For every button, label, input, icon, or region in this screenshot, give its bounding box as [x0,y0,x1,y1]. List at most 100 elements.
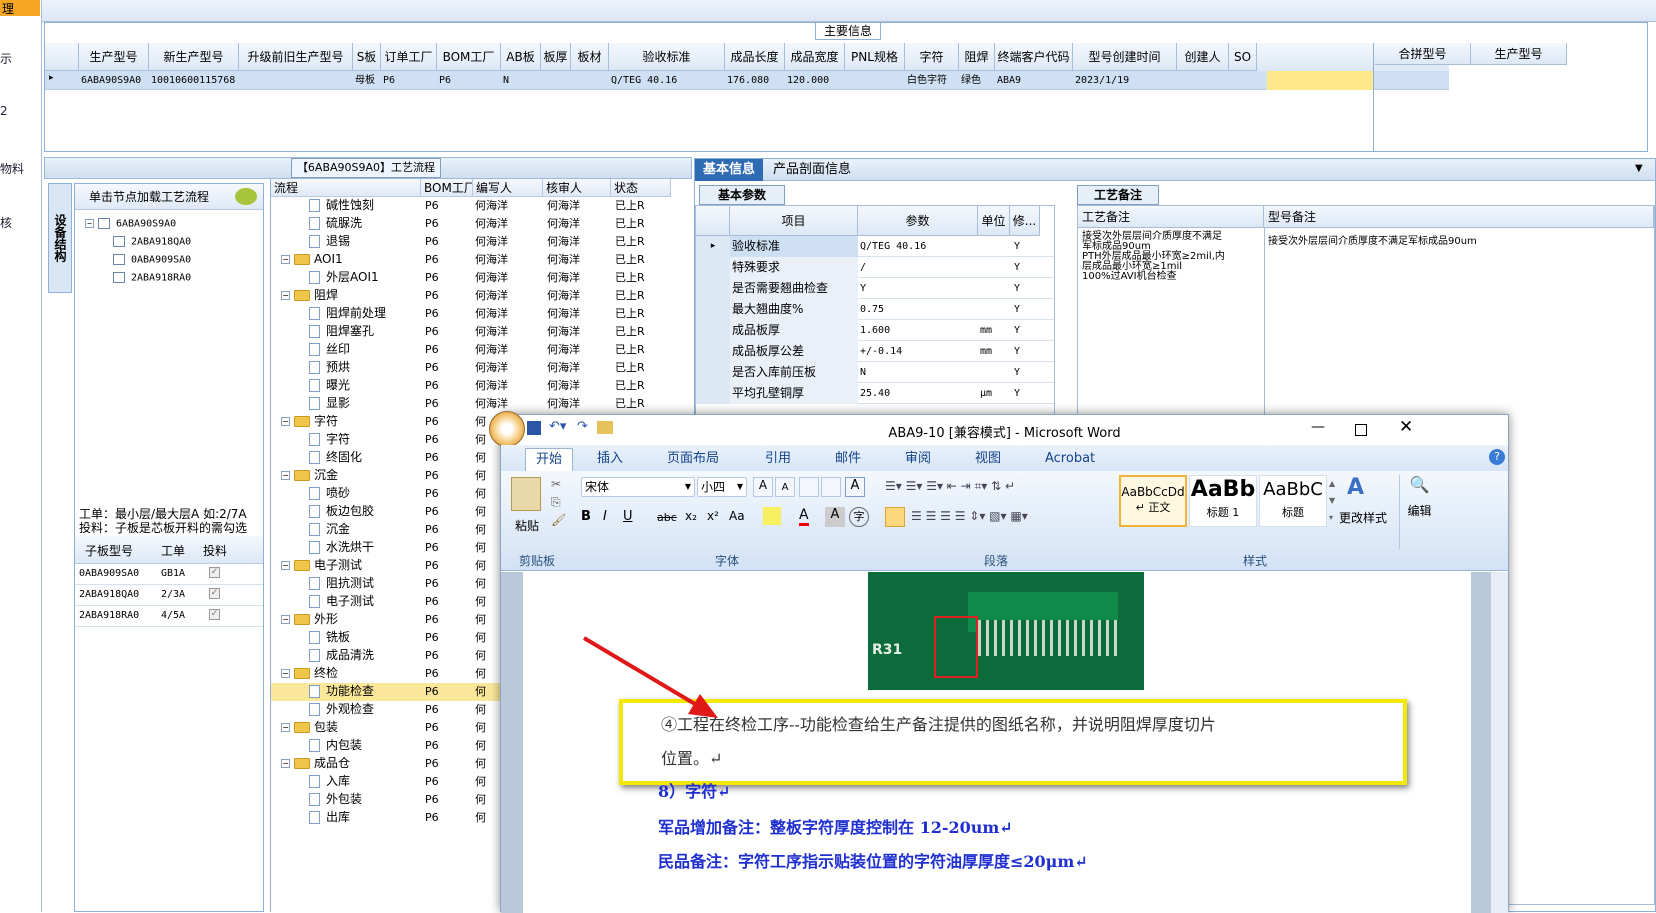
grow-font-icon[interactable]: A [753,477,773,497]
flow-row[interactable]: 硫脲洗 P6 何海洋 何海洋 已上R [271,215,691,233]
param-row[interactable]: 平均孔壁铜厚 25.40 μm Y [696,383,1054,404]
checkbox[interactable]: ✓ [209,609,220,620]
param-value[interactable]: Y [860,278,978,299]
char-shading-icon[interactable]: A [825,507,845,527]
document-page[interactable]: R31 ④工程在终检工序--功能检查给生产备注提供的图纸名称，并说明阻焊厚度切片… [523,572,1471,913]
bold-icon[interactable]: B [581,509,591,524]
model-remark-text[interactable]: 接受次外层层间介质厚度不满足军标成品90um [1268,232,1477,247]
strikethrough-icon[interactable]: abc [657,511,677,524]
column-header[interactable]: 升级前旧生产型号 [239,43,353,71]
column-header[interactable]: 阻焊 [959,43,995,71]
ribbon-tab[interactable]: 审阅 [895,448,941,471]
grid-cell[interactable] [573,71,609,90]
param-value[interactable]: 1.600 [860,320,978,341]
vertical-scrollbar[interactable] [1491,572,1508,913]
process-remark-text[interactable]: 接受次外层层间介质厚度不满足 军标成品90um PTH外层成品最小环宽≥2mil,内… [1082,232,1262,282]
collapse-icon[interactable]: − [281,615,290,624]
column-header[interactable]: 成品宽度 [785,43,845,71]
phonetic-icon[interactable] [821,477,841,497]
align-left-icon[interactable] [885,507,905,527]
tree-node[interactable]: 2ABA918RA0 [113,272,191,284]
sidebar-label[interactable]: 核 [0,214,12,231]
column-header[interactable]: 创建人 [1177,43,1229,71]
column-header[interactable]: 板厚 [541,43,571,71]
chat-icon[interactable] [235,188,257,205]
flow-row[interactable]: 阻焊塞孔 P6 何海洋 何海洋 已上R [271,323,691,341]
sidebar-label[interactable]: 物料 [0,160,24,177]
italic-icon[interactable]: I [603,509,607,524]
collapse-icon[interactable]: − [281,255,290,264]
flow-row[interactable]: − 阻焊 P6 何海洋 何海洋 已上R [271,287,691,305]
collapse-icon[interactable]: − [281,759,290,768]
collapse-icon[interactable]: − [85,219,94,228]
grid-cell[interactable]: 176.080 [727,71,785,90]
tab-process-remark[interactable]: 工艺备注 [1077,185,1159,205]
grid-cell[interactable]: 2023/1/19 [1075,71,1177,90]
ribbon-tab[interactable]: 开始 [525,448,574,471]
tree-root[interactable]: − 6ABA90S9A0 [85,218,176,230]
param-col-header[interactable]: 修... [1010,206,1040,236]
close-icon[interactable]: ✕ [1399,417,1413,437]
column-header[interactable]: 终端客户代码 [995,43,1073,71]
param-row[interactable]: ▸ 验收标准 Q/TEG 40.16 Y [696,236,1054,257]
column-header[interactable]: 生产型号 [79,43,149,71]
subboard-row[interactable]: 2ABA918QA0 2/3A ✓ [75,585,263,606]
param-row[interactable]: 是否入库前压板 N Y [696,362,1054,383]
flow-col-header[interactable]: BOM工厂 [421,179,473,197]
column-header[interactable]: 成品长度 [725,43,785,71]
font-color-icon[interactable]: A [799,507,809,526]
flow-row[interactable]: 退锡 P6 何海洋 何海洋 已上R [271,233,691,251]
param-col-header[interactable]: 单位 [978,206,1010,236]
column-header[interactable]: 板材 [571,43,609,71]
grid-cell[interactable]: 10010600115768 [151,71,239,90]
grid-cell[interactable] [1231,71,1257,90]
cut-icon[interactable]: ✂ [551,477,561,491]
grid-cell[interactable]: N [503,71,541,90]
help-icon[interactable]: ? [1489,449,1505,465]
ribbon-tab[interactable]: 邮件 [825,448,871,471]
collapse-icon[interactable]: − [281,291,290,300]
font-size-select[interactable]: 小四 ▼ [697,477,747,497]
grid-cell[interactable]: ABA9 [997,71,1073,90]
enclose-char-icon[interactable]: 字 [849,507,869,527]
grid-cell[interactable] [847,71,905,90]
flow-row[interactable]: 阻焊前处理 P6 何海洋 何海洋 已上R [271,305,691,323]
param-col-header[interactable]: 项目 [730,206,858,236]
grid-cell[interactable]: 6ABA90S9A0 [81,71,149,90]
column-header[interactable]: SO [1229,43,1257,71]
param-value[interactable]: N [860,362,978,383]
column-header[interactable]: PNL规格 [845,43,905,71]
flow-row[interactable]: 曝光 P6 何海洋 何海洋 已上R [271,377,691,395]
param-row[interactable]: 是否需要翘曲检查 Y Y [696,278,1054,299]
flow-row[interactable]: − AOI1 P6 何海洋 何海洋 已上R [271,251,691,269]
column-header[interactable]: 字符 [905,43,959,71]
column-header[interactable]: AB板 [501,43,541,71]
checkbox[interactable]: ✓ [209,588,220,599]
column-header[interactable]: S板 [353,43,381,71]
tab-basic-params[interactable]: 基本参数 [699,185,785,205]
format-painter-icon[interactable]: 🖌 [551,513,566,527]
param-value[interactable]: 0.75 [860,299,978,320]
column-header[interactable]: 新生产型号 [149,43,239,71]
column-header[interactable]: BOM工厂 [437,43,501,71]
column-header[interactable]: 验收标准 [609,43,725,71]
font-name-select[interactable]: 宋体 ▼ [581,477,695,497]
edit-group[interactable]: 🔍 编辑 [1399,475,1439,549]
grid-row[interactable]: ▸ 6ABA90S9A0 10010600115768 母板 P6 P6 N Q/TEG 4… [45,71,1449,90]
param-row[interactable]: 成品板厚公差 +/-0.14 mm Y [696,341,1054,362]
style-heading1[interactable]: AaBb 标题 1 [1189,475,1257,527]
flow-row[interactable]: 显影 P6 何海洋 何海洋 已上R [271,395,691,413]
grid-cell[interactable]: 绿色 [961,71,995,90]
sidebar-label[interactable]: 示 [0,50,12,67]
chevron-down-icon[interactable]: ▼ [685,478,691,496]
ribbon-tab[interactable]: 视图 [965,448,1011,471]
grid-cell[interactable] [1179,71,1229,90]
grid-cell[interactable] [241,71,353,90]
ribbon-tab[interactable]: 插入 [587,448,633,471]
collapse-icon[interactable]: − [281,669,290,678]
tab-structure[interactable]: 设备结构 [48,183,72,293]
flow-col-header[interactable]: 状态 [611,179,671,197]
tab-basic-info[interactable]: 基本信息 [695,159,764,181]
tab-profile-info[interactable]: 产品剖面信息 [765,159,859,181]
change-styles-icon[interactable]: A [1347,475,1364,500]
